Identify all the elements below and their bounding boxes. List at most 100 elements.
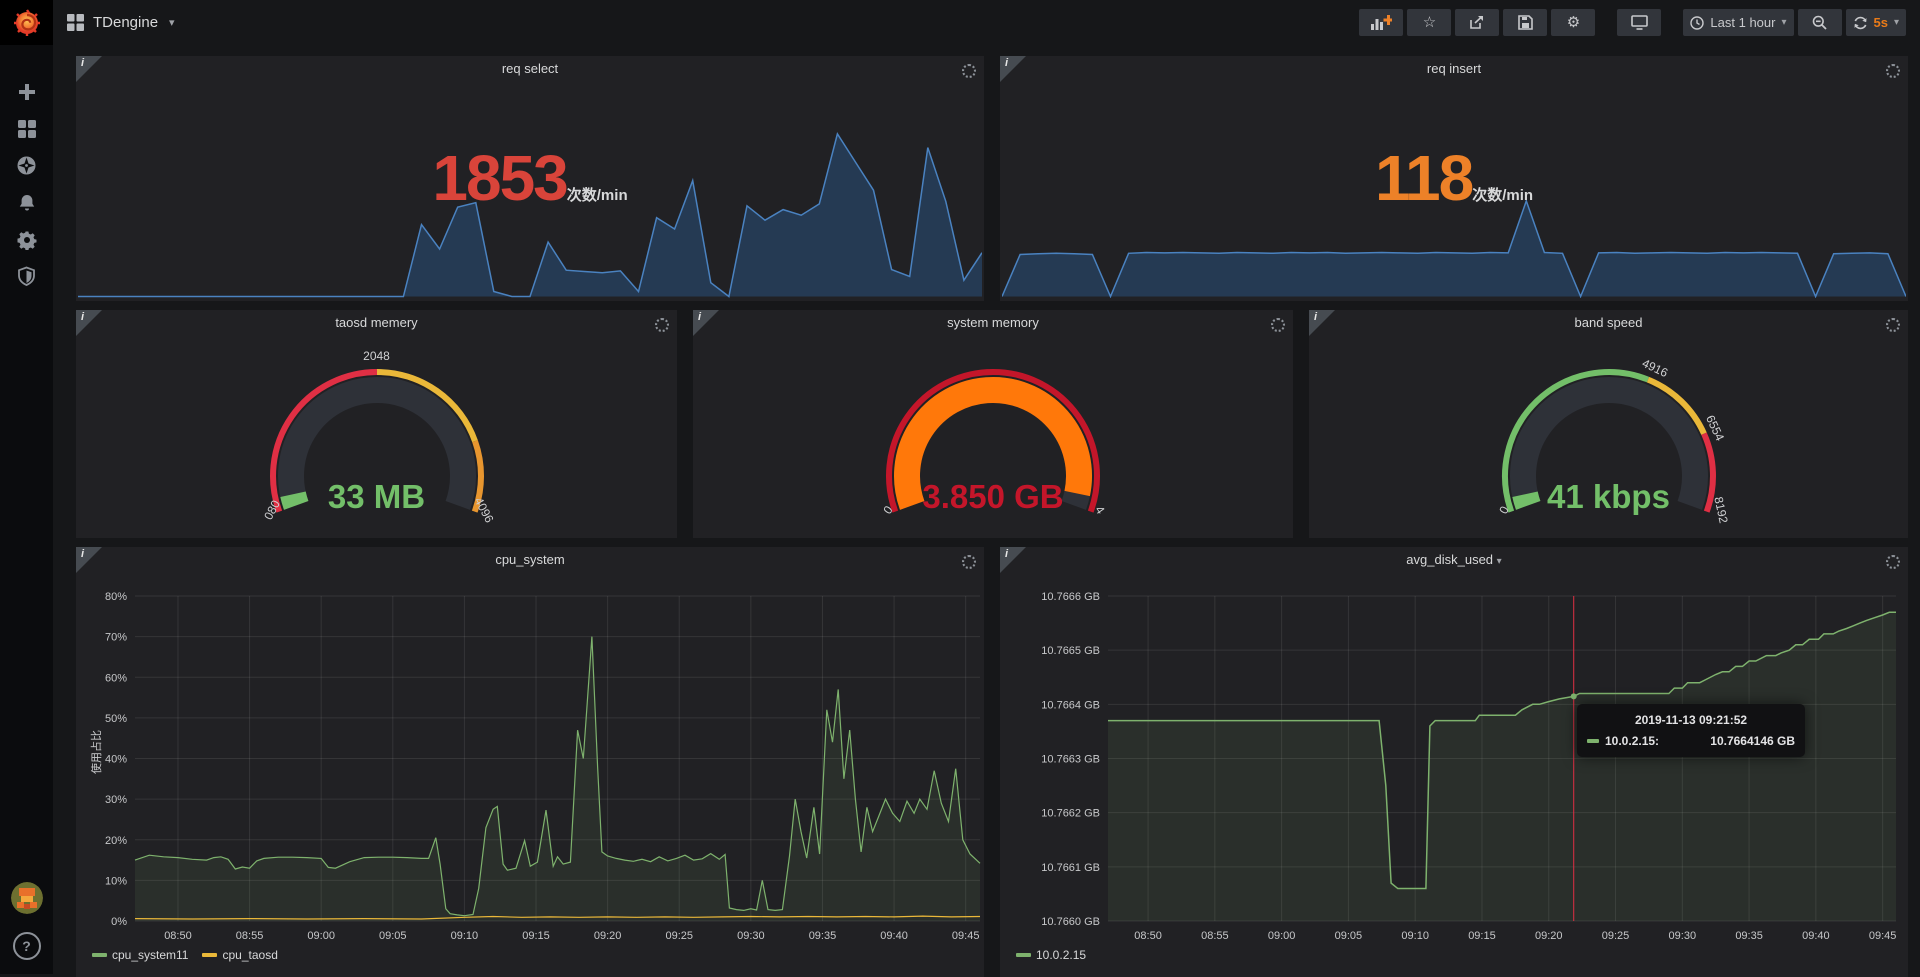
zoom-out-icon: [1812, 15, 1827, 30]
info-icon: i: [1005, 548, 1008, 560]
svg-text:09:05: 09:05: [1335, 930, 1363, 942]
svg-text:08:55: 08:55: [1201, 930, 1229, 942]
dashboard-grid-icon: [67, 14, 84, 31]
dashboard-title: TDengine: [93, 14, 158, 31]
refresh-picker[interactable]: 5s ▾: [1846, 9, 1907, 36]
grafana-logo-icon: [11, 7, 43, 39]
sidebar-item-alerting[interactable]: [0, 184, 53, 221]
sidebar-item-dashboards[interactable]: [0, 110, 53, 147]
graph-tooltip: 2019-11-13 09:21:52 10.0.2.15: 10.766414…: [1577, 704, 1805, 757]
info-icon: i: [698, 311, 701, 323]
loading-spinner-icon: [1886, 318, 1900, 332]
star-dashboard-button[interactable]: ☆: [1407, 9, 1451, 36]
panel-title[interactable]: system memory: [693, 310, 1293, 336]
svg-text:10%: 10%: [105, 875, 127, 887]
panel-title[interactable]: req insert: [1000, 56, 1908, 82]
svg-text:70%: 70%: [105, 632, 127, 644]
time-range-label: Last 1 hour: [1710, 15, 1775, 30]
panel-title[interactable]: req select: [76, 56, 984, 82]
svg-text:80%: 80%: [105, 591, 127, 603]
info-icon: i: [81, 57, 84, 69]
navbar-actions: ☆ ⚙ Last 1 hour ▾ 5s ▾: [1359, 9, 1906, 36]
svg-text:09:00: 09:00: [1268, 930, 1296, 942]
svg-text:0%: 0%: [111, 916, 127, 928]
legend-item[interactable]: cpu_system11: [92, 948, 188, 962]
dashboard-settings-button[interactable]: ⚙: [1551, 9, 1595, 36]
refresh-caret-icon: ▾: [1894, 17, 1899, 28]
tooltip-series-dash: [1587, 739, 1599, 743]
gauge-value: 41 kbps: [1459, 478, 1759, 516]
add-panel-button[interactable]: [1359, 9, 1403, 36]
loading-spinner-icon: [1886, 64, 1900, 78]
tv-mode-button[interactable]: [1617, 9, 1661, 36]
legend-item[interactable]: cpu_taosd: [202, 948, 277, 962]
svg-text:50%: 50%: [105, 713, 127, 725]
save-icon: [1518, 15, 1533, 30]
panel-cpu-system: i cpu_system 使用占比 0%10%20%30%40%50%60%70…: [76, 547, 984, 977]
svg-text:09:20: 09:20: [1535, 930, 1563, 942]
legend-color-dash: [92, 953, 107, 957]
top-navbar: TDengine ▾ ☆ ⚙ Last 1 hour ▾ 5s: [53, 0, 1920, 45]
svg-text:10.7661 GB: 10.7661 GB: [1041, 862, 1100, 874]
share-icon: [1469, 15, 1485, 30]
svg-text:09:25: 09:25: [665, 930, 693, 942]
save-dashboard-button[interactable]: [1503, 9, 1547, 36]
legend-label: cpu_system11: [112, 948, 188, 962]
panel-req-select: i req select 1853次数/min: [76, 56, 984, 301]
chart-legend: cpu_system11 cpu_taosd: [92, 948, 278, 962]
add-panel-icon: [1370, 15, 1392, 31]
svg-text:09:00: 09:00: [307, 930, 335, 942]
svg-text:40%: 40%: [105, 754, 127, 766]
sidebar-item-configuration[interactable]: [0, 221, 53, 258]
sidebar-item-explore[interactable]: [0, 147, 53, 184]
help-button[interactable]: ?: [13, 932, 41, 960]
panel-title[interactable]: avg_disk_used ▾: [1000, 547, 1908, 573]
compass-icon: [16, 155, 37, 176]
cpu-system-chart[interactable]: 0%10%20%30%40%50%60%70%80%08:5008:5509:0…: [76, 547, 984, 977]
svg-text:10.7663 GB: 10.7663 GB: [1041, 754, 1100, 766]
avg-disk-used-chart[interactable]: 10.7660 GB10.7661 GB10.7662 GB10.7663 GB…: [1000, 547, 1908, 977]
loading-spinner-icon: [1886, 555, 1900, 569]
loading-spinner-icon: [962, 555, 976, 569]
svg-text:09:35: 09:35: [1735, 930, 1763, 942]
sidebar-item-server-admin[interactable]: [0, 258, 53, 295]
panel-title[interactable]: band speed: [1309, 310, 1908, 336]
req-insert-sparkline[interactable]: [1002, 120, 1906, 298]
panel-req-insert: i req insert 118次数/min: [1000, 56, 1908, 301]
svg-text:10.7666 GB: 10.7666 GB: [1041, 591, 1100, 603]
info-icon: i: [81, 311, 84, 323]
svg-text:08:55: 08:55: [236, 930, 264, 942]
svg-text:09:10: 09:10: [1401, 930, 1429, 942]
svg-text:10.7665 GB: 10.7665 GB: [1041, 645, 1100, 657]
dashboard-title-button[interactable]: TDengine ▾: [67, 14, 175, 31]
share-dashboard-button[interactable]: [1455, 9, 1499, 36]
dashboards-icon: [17, 119, 37, 139]
tooltip-timestamp: 2019-11-13 09:21:52: [1587, 713, 1795, 727]
taosd-memery-gauge: 080 2048 4096 33 MB: [227, 350, 527, 546]
gear-icon: ⚙: [1567, 15, 1580, 30]
svg-text:09:25: 09:25: [1602, 930, 1630, 942]
req-select-sparkline[interactable]: [78, 120, 982, 298]
panel-title[interactable]: cpu_system: [76, 547, 984, 573]
legend-item[interactable]: 10.0.2.15: [1016, 948, 1086, 962]
loading-spinner-icon: [962, 64, 976, 78]
sidebar-item-create[interactable]: [0, 73, 53, 110]
gear-icon: [17, 230, 37, 250]
system-memory-gauge: 0 4 3.850 GB: [843, 350, 1143, 546]
grafana-logo[interactable]: [0, 0, 53, 45]
panel-title[interactable]: taosd memery: [76, 310, 677, 336]
plus-icon: [17, 82, 37, 102]
user-avatar[interactable]: [11, 882, 43, 914]
time-range-picker[interactable]: Last 1 hour ▾: [1683, 9, 1793, 36]
loading-spinner-icon: [1271, 318, 1285, 332]
tooltip-series-name: 10.0.2.15:: [1605, 734, 1659, 748]
zoom-out-button[interactable]: [1798, 9, 1842, 36]
legend-label: 10.0.2.15: [1036, 948, 1086, 962]
monitor-icon: [1631, 15, 1648, 30]
gauge-arc: [1459, 350, 1759, 546]
svg-text:09:45: 09:45: [1869, 930, 1897, 942]
refresh-interval-label: 5s: [1874, 15, 1888, 30]
svg-text:09:30: 09:30: [737, 930, 765, 942]
panel-system-memory: i system memory 0 4 3.850 GB: [693, 310, 1293, 538]
panel-band-speed: i band speed 0 4916 6554 8192 41 kbps: [1309, 310, 1908, 538]
